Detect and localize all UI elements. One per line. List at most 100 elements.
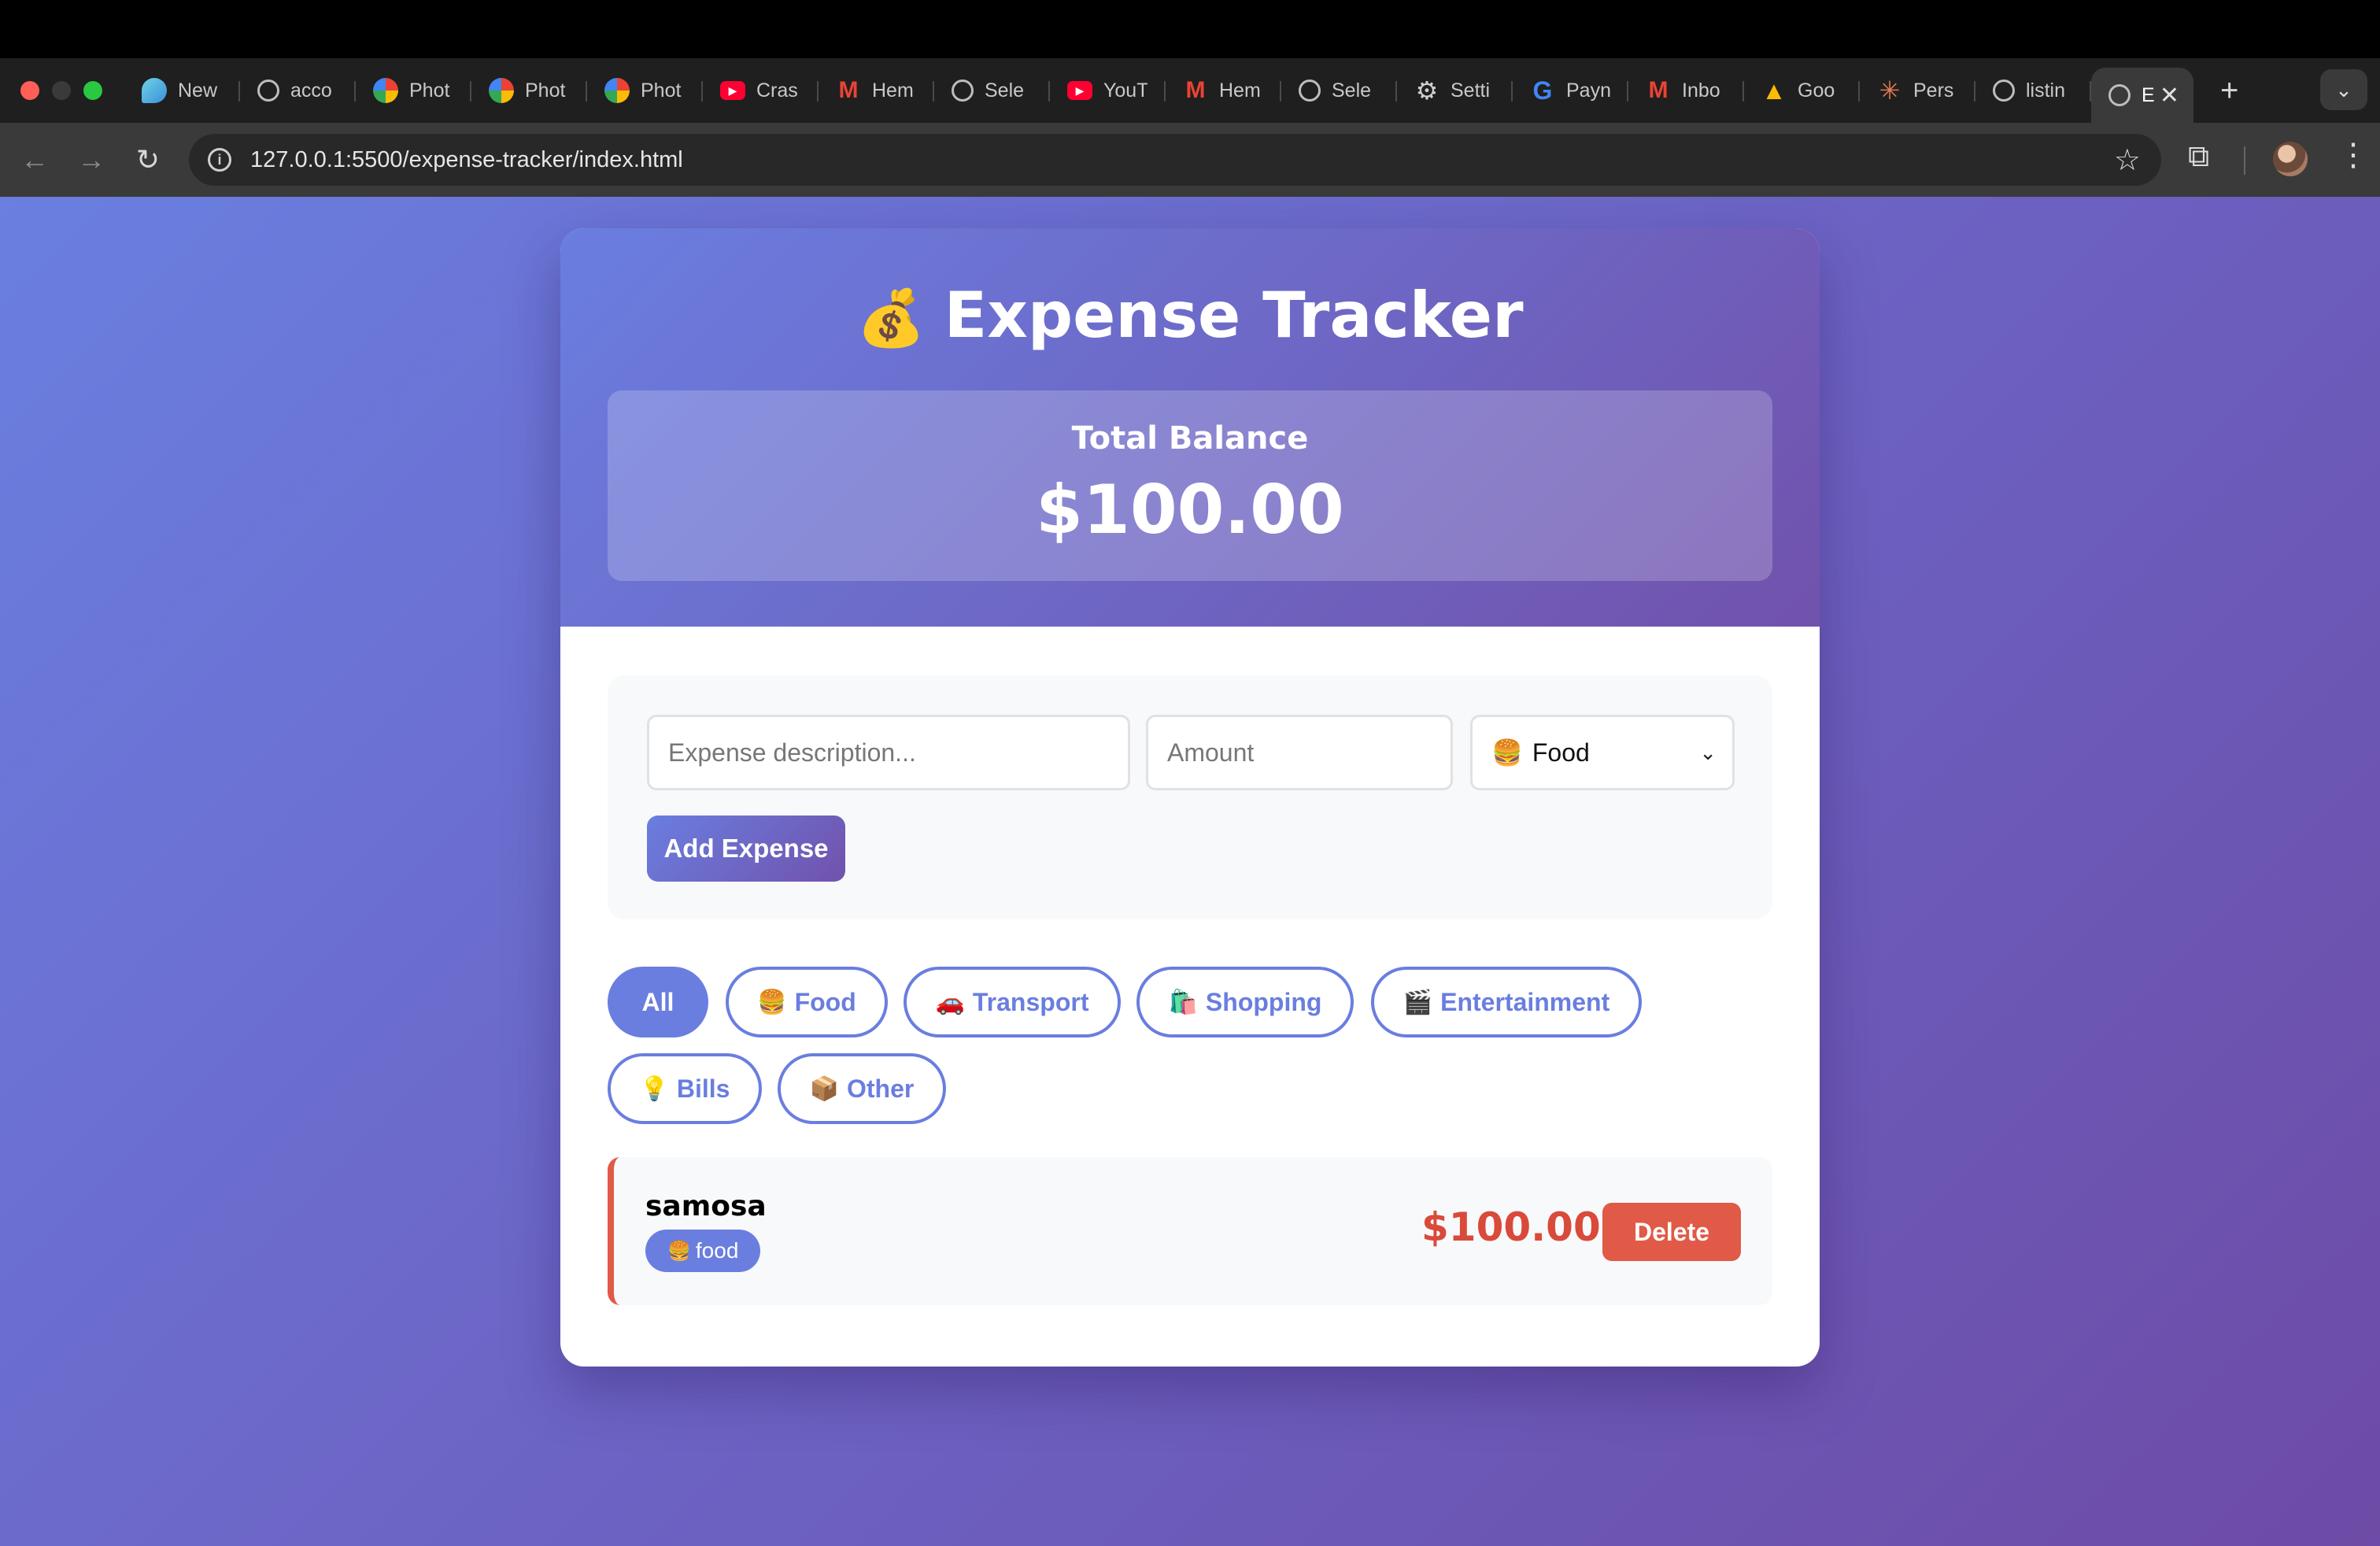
browser-tab[interactable]: ✳ Pers	[1860, 65, 1975, 116]
tab-label: listin	[2026, 79, 2066, 102]
browser-tab[interactable]: ▶ Cras	[703, 65, 819, 116]
photos-icon	[604, 78, 630, 103]
screen-top-bar	[0, 0, 2380, 58]
gmail-icon: M	[838, 77, 859, 103]
tab-label: Payn	[1566, 79, 1610, 102]
google-ads-icon: ▲	[1761, 76, 1787, 105]
bookmark-star-icon[interactable]: ☆	[2114, 142, 2141, 178]
browser-tab[interactable]: acco	[240, 65, 356, 116]
photos-icon	[489, 78, 514, 103]
spark-icon: ✳	[1879, 76, 1901, 105]
filter-label: Entertainment	[1440, 987, 1610, 1016]
delete-button[interactable]: Delete	[1602, 1203, 1741, 1261]
card-header: 💰 Expense Tracker Total Balance $100.00	[560, 228, 1820, 627]
page-background: 💰 Expense Tracker Total Balance $100.00 E…	[0, 197, 2380, 1546]
browser-tab-strip: New acco Phot Phot Phot ▶ Cras M Hem Sele …	[0, 58, 2380, 123]
gmail-icon: M	[1185, 77, 1206, 103]
minimize-window-button[interactable]	[52, 81, 71, 100]
tab-search-button[interactable]: ⌄	[2320, 69, 2367, 110]
browser-tab[interactable]: M Inbo	[1628, 65, 1744, 116]
filter-other[interactable]: 📦 Other	[778, 1053, 946, 1124]
globe-icon	[1299, 80, 1321, 102]
browser-tab[interactable]: ⚙ Setti	[1397, 65, 1513, 116]
filter-label: Other	[847, 1074, 915, 1103]
profile-avatar[interactable]	[2273, 142, 2308, 176]
drop-icon	[142, 78, 167, 103]
car-icon: 🚗	[935, 989, 965, 1015]
tab-label: Cras	[756, 79, 798, 102]
close-tab-icon[interactable]: ✕	[2160, 82, 2179, 109]
reload-button[interactable]: ↻	[120, 143, 176, 176]
globe-icon	[952, 80, 974, 102]
filter-food[interactable]: 🍔 Food	[726, 967, 888, 1037]
filter-label: Bills	[676, 1074, 730, 1103]
expense-tracker-card: 💰 Expense Tracker Total Balance $100.00 E…	[560, 228, 1820, 1367]
description-input[interactable]: Expense description...	[647, 715, 1130, 790]
category-select[interactable]: 🍔 Food ⌄	[1470, 715, 1735, 790]
amount-input[interactable]: Amount	[1146, 715, 1453, 790]
browser-tab[interactable]: ▶ YouT	[1050, 65, 1166, 116]
tab-label: Goo	[1798, 79, 1835, 102]
window-controls	[20, 81, 102, 100]
tab-label: acco	[290, 79, 332, 102]
extensions-icon[interactable]: ⧉	[2188, 140, 2209, 174]
browser-tab-active[interactable]: E ✕	[2091, 68, 2193, 123]
clapperboard-icon: 🎬	[1402, 989, 1433, 1015]
browser-tab[interactable]: listin	[1975, 65, 2091, 116]
site-info-icon[interactable]: i	[208, 148, 231, 172]
globe-icon	[1993, 80, 2015, 102]
tab-label: Phot	[525, 79, 566, 102]
filter-label: All	[641, 987, 674, 1016]
browser-tab[interactable]: Phot	[356, 65, 471, 116]
filter-bills[interactable]: 💡 Bills	[608, 1053, 762, 1124]
tab-label: Hem	[872, 79, 914, 102]
tab-label: Pers	[1913, 79, 1954, 102]
balance-label: Total Balance	[1071, 420, 1309, 457]
google-icon: G	[1532, 76, 1553, 105]
close-window-button[interactable]	[20, 81, 39, 100]
address-bar[interactable]: i 127.0.0.1:5500/expense-tracker/index.h…	[189, 134, 2161, 186]
filter-all[interactable]: All	[608, 967, 708, 1037]
browser-tab[interactable]: M Hem	[1166, 65, 1281, 116]
forward-button[interactable]: →	[63, 143, 120, 176]
globe-icon	[257, 80, 279, 102]
filter-transport[interactable]: 🚗 Transport	[904, 967, 1121, 1037]
globe-icon	[2108, 84, 2131, 106]
browser-tab[interactable]: Phot	[471, 65, 587, 116]
browser-tab[interactable]: Phot	[587, 65, 703, 116]
lightbulb-icon: 💡	[639, 1075, 669, 1102]
photos-icon	[373, 78, 398, 103]
balance-amount: $100.00	[1036, 471, 1344, 549]
gmail-icon: M	[1648, 77, 1669, 103]
tab-label: New	[178, 79, 218, 102]
filter-label: Transport	[972, 987, 1089, 1016]
package-icon: 📦	[809, 1075, 839, 1102]
toolbar-divider	[2244, 146, 2245, 175]
tab-label: YouT	[1103, 79, 1148, 102]
back-button[interactable]: ←	[6, 143, 63, 176]
browser-menu-icon[interactable]: ⋮	[2338, 137, 2369, 173]
burger-icon: 🍔	[757, 989, 787, 1015]
maximize-window-button[interactable]	[83, 81, 102, 100]
filter-shopping[interactable]: 🛍️ Shopping	[1136, 967, 1354, 1037]
tab-label: Setti	[1451, 79, 1491, 102]
tab-label: Inbo	[1682, 79, 1720, 102]
filter-entertainment[interactable]: 🎬 Entertainment	[1371, 967, 1642, 1037]
money-bag-icon: 💰	[856, 286, 926, 350]
tab-label: Sele	[1332, 79, 1372, 102]
browser-tab[interactable]: ▲ Goo	[1744, 65, 1860, 116]
browser-tab[interactable]: M Hem	[819, 65, 934, 116]
url-text: 127.0.0.1:5500/expense-tracker/index.htm…	[250, 146, 683, 172]
shopping-bag-icon: 🛍️	[1168, 989, 1198, 1015]
browser-tab[interactable]: G Payn	[1513, 65, 1628, 116]
new-tab-button[interactable]: +	[2220, 73, 2238, 109]
browser-tab[interactable]: Sele	[934, 65, 1050, 116]
burger-icon: 🍔	[667, 1240, 691, 1262]
youtube-icon: ▶	[1067, 81, 1092, 100]
browser-tab[interactable]: New	[124, 65, 240, 116]
add-expense-button[interactable]: Add Expense	[647, 816, 845, 882]
category-tag: 🍔 food	[645, 1230, 761, 1272]
page-title: 💰 Expense Tracker	[560, 279, 1820, 352]
filter-label: Shopping	[1205, 987, 1322, 1016]
browser-tab[interactable]: Sele	[1281, 65, 1397, 116]
